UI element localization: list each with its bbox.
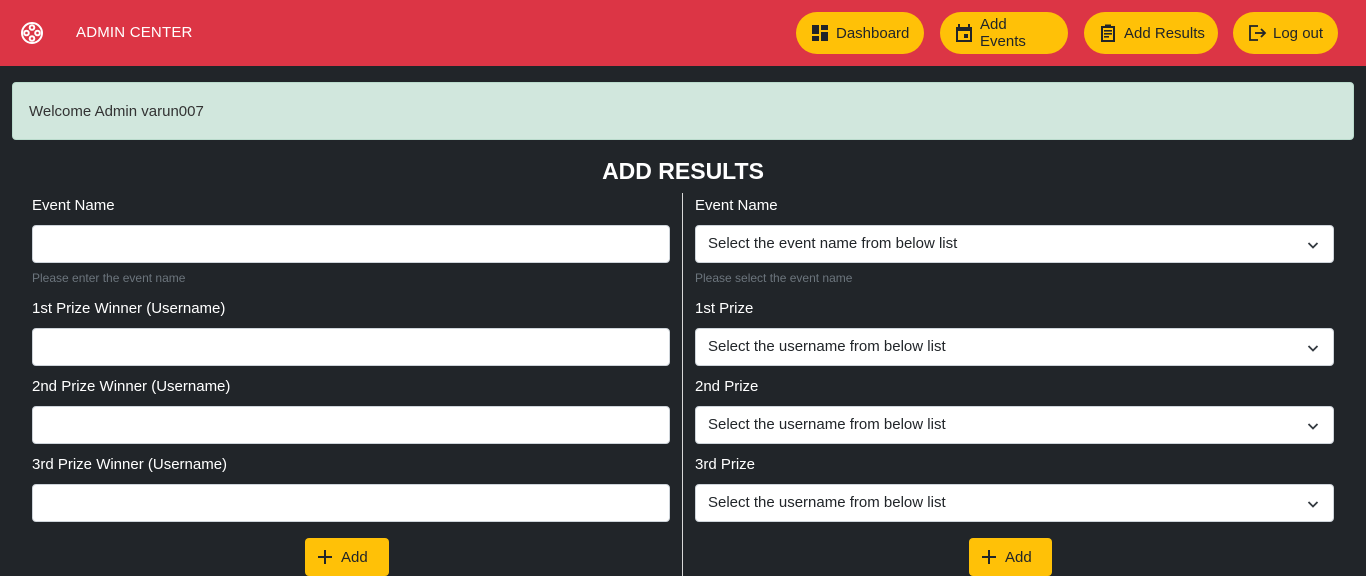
event-select-help: Please select the event name [695,271,853,285]
welcome-alert: Welcome Admin varun007 [12,82,1354,140]
chevron-down-icon [1307,423,1319,430]
dashboard-button-label: Dashboard [836,24,910,42]
add-events-button[interactable]: Add Events [940,12,1068,54]
left-add-button[interactable]: Add [305,538,389,576]
add-events-button-label: Add Events [980,16,1026,50]
column-divider [682,193,683,576]
add-results-button-label: Add Results [1124,24,1205,42]
dashboard-button[interactable]: Dashboard [796,12,924,54]
logout-button-label: Log out [1273,24,1324,42]
welcome-text: Welcome Admin varun007 [29,103,204,120]
chevron-down-icon [1307,242,1319,249]
chevron-down-icon [1307,501,1319,508]
calendar-icon [956,24,972,42]
second-prize-winner-label: 2nd Prize Winner (Username) [32,378,231,395]
first-prize-winner-input[interactable] [32,328,670,366]
right-add-button[interactable]: Add [969,538,1052,576]
left-event-name-label: Event Name [32,197,115,214]
film-reel-icon[interactable] [20,21,44,45]
navbar: ADMIN CENTER Dashboard Add Events Add Re… [0,0,1366,66]
third-prize-winner-input[interactable] [32,484,670,522]
plus-icon [318,550,332,564]
first-prize-select[interactable]: Select the username from below list [695,328,1334,366]
first-prize-winner-label: 1st Prize Winner (Username) [32,300,226,317]
plus-icon [982,550,996,564]
logout-button[interactable]: Log out [1233,12,1338,54]
event-name-select[interactable]: Select the event name from below list [695,225,1334,263]
page-title: ADD RESULTS [602,158,764,184]
brand-title[interactable]: ADMIN CENTER [76,24,193,41]
second-prize-select-value: Select the username from below list [708,416,946,433]
second-prize-select[interactable]: Select the username from below list [695,406,1334,444]
second-prize-winner-input[interactable] [32,406,670,444]
left-add-button-label: Add [341,548,368,566]
third-prize-select-value: Select the username from below list [708,494,946,511]
first-prize-label: 1st Prize [695,300,754,317]
right-add-button-label: Add [1005,548,1032,566]
logout-icon [1249,25,1267,41]
event-name-select-value: Select the event name from below list [708,235,958,252]
dashboard-icon [812,25,828,41]
event-name-input[interactable] [32,225,670,263]
clipboard-icon [1101,24,1115,42]
chevron-down-icon [1307,345,1319,352]
right-event-name-label: Event Name [695,197,778,214]
second-prize-label: 2nd Prize [695,378,759,395]
third-prize-label: 3rd Prize [695,456,756,473]
first-prize-select-value: Select the username from below list [708,338,946,355]
third-prize-select[interactable]: Select the username from below list [695,484,1334,522]
add-results-button[interactable]: Add Results [1084,12,1218,54]
third-prize-winner-label: 3rd Prize Winner (Username) [32,456,228,473]
event-name-help: Please enter the event name [32,271,186,285]
